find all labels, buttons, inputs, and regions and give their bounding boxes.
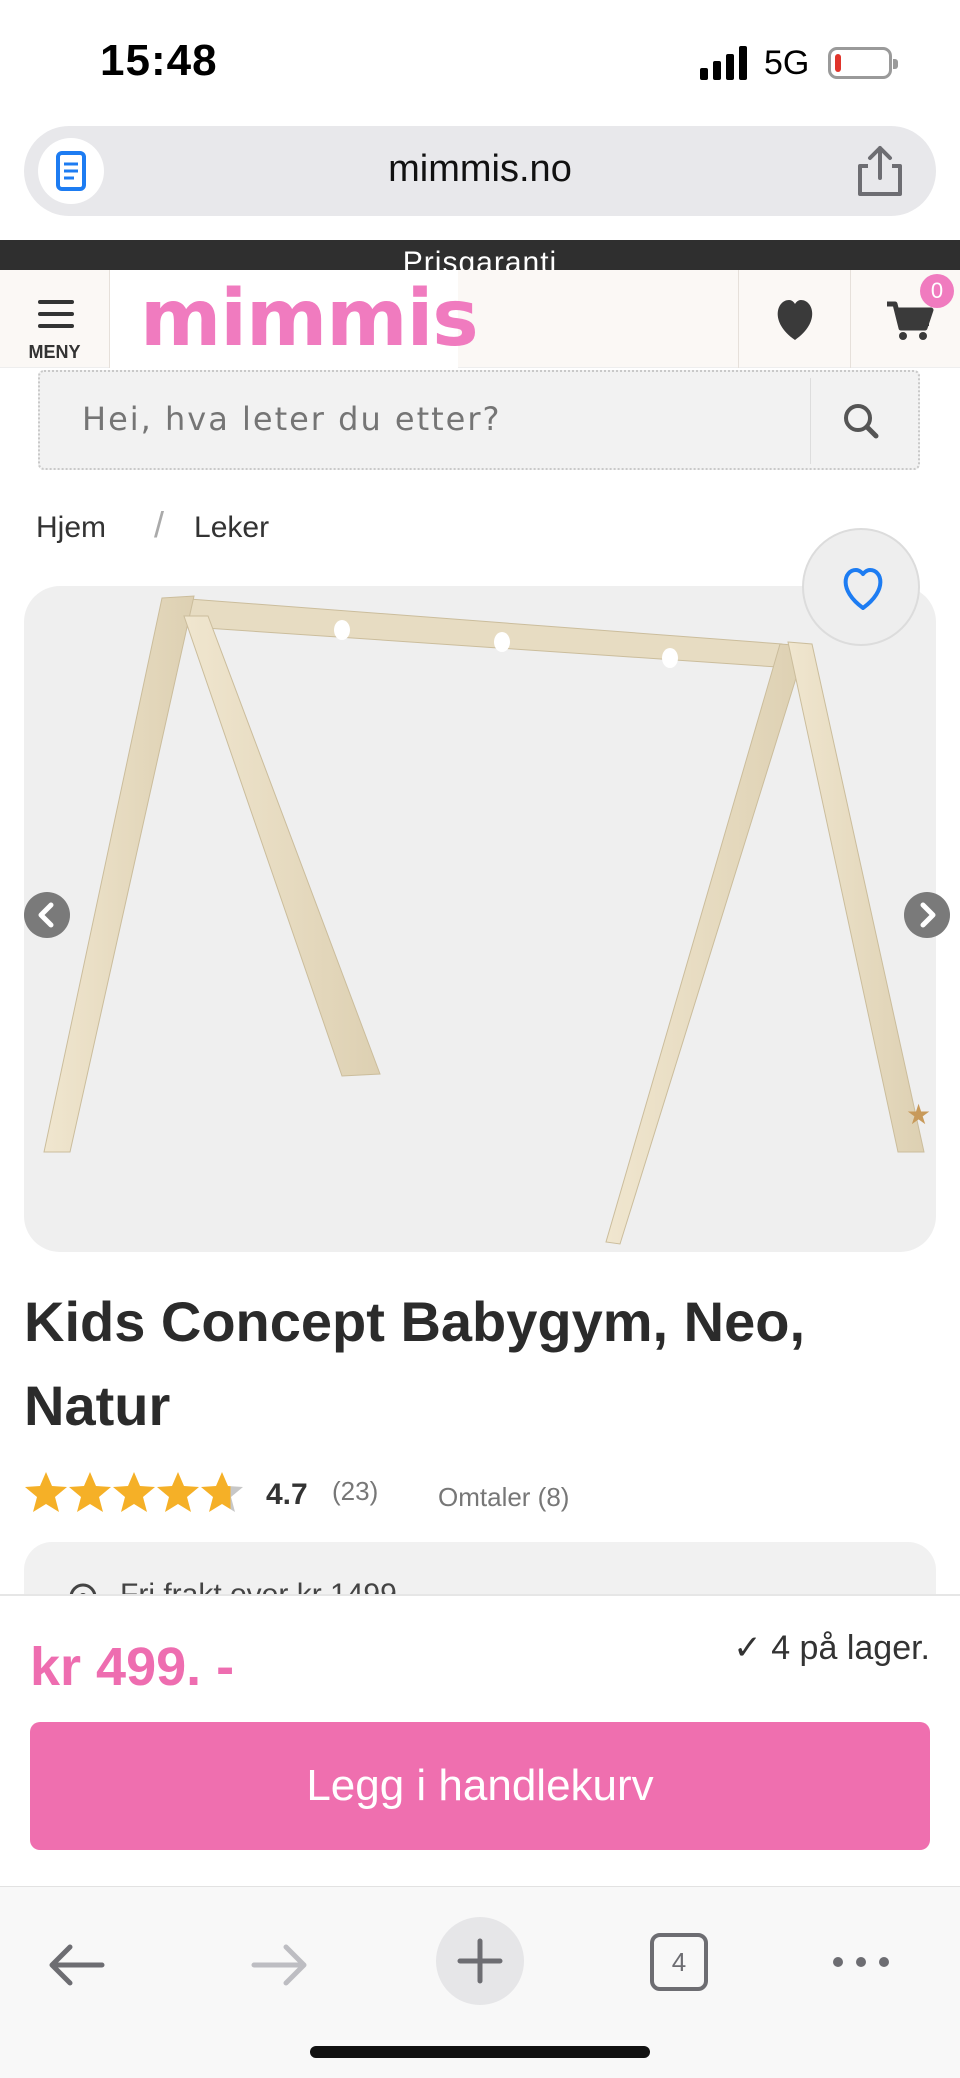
- new-tab-button[interactable]: [436, 1917, 524, 2005]
- menu-button[interactable]: MENY: [0, 270, 110, 368]
- stock-status: ✓ 4 på lager.: [733, 1629, 930, 1667]
- cellular-signal-icon: [700, 46, 747, 80]
- tabs-button[interactable]: 4: [650, 1933, 708, 1991]
- favorite-button[interactable]: [802, 528, 920, 646]
- breadcrumb-leker[interactable]: Leker: [194, 511, 269, 545]
- purchase-panel: kr 499. - ✓ 4 på lager. Legg i handlekur…: [0, 1594, 960, 1886]
- heart-outline-icon: [843, 568, 883, 610]
- star-rating-icon: [25, 1472, 243, 1512]
- product-title: Kids Concept Babygym, Neo, Natur: [24, 1290, 806, 1437]
- address-bar[interactable]: mimmis.no: [24, 126, 936, 216]
- chevron-right-icon: [920, 902, 936, 928]
- site-header: MENY mimmis 0: [0, 270, 960, 368]
- cart-count-badge: 0: [920, 274, 954, 308]
- network-type: 5G: [764, 44, 810, 82]
- price: kr 499. -: [30, 1637, 235, 1697]
- battery-icon: [828, 47, 898, 79]
- back-arrow-icon[interactable]: [44, 1937, 110, 1993]
- menu-label: MENY: [28, 342, 81, 362]
- more-icon[interactable]: [830, 1947, 892, 1977]
- home-indicator: [310, 2046, 650, 2058]
- previous-image-button[interactable]: [24, 892, 70, 938]
- plus-icon: [457, 1938, 503, 1984]
- hamburger-icon: [38, 300, 74, 330]
- promo-banner: Prisgaranti: [0, 240, 960, 270]
- wishlist-button[interactable]: [738, 270, 850, 368]
- status-time: 15:48: [100, 36, 218, 85]
- logo-text: mimmis: [140, 274, 479, 364]
- logo[interactable]: mimmis: [110, 270, 479, 368]
- add-to-cart-button[interactable]: Legg i handlekurv: [30, 1722, 930, 1850]
- breadcrumb-home[interactable]: Hjem: [36, 511, 106, 545]
- cart-button[interactable]: 0: [850, 270, 960, 368]
- search-icon[interactable]: [832, 392, 892, 452]
- product-image[interactable]: ★: [24, 586, 936, 1252]
- next-image-button[interactable]: [904, 892, 950, 938]
- heart-icon: [777, 300, 813, 340]
- breadcrumb: Hjem / Leker: [36, 504, 269, 546]
- rating-count: (23): [332, 1476, 379, 1506]
- svg-text:★: ★: [906, 1098, 931, 1131]
- chevron-left-icon: [38, 902, 54, 928]
- search-divider: [810, 378, 811, 464]
- reviews-link[interactable]: Omtaler (8): [438, 1482, 569, 1513]
- forward-arrow-icon[interactable]: [246, 1937, 312, 1993]
- status-bar: 15:48 5G: [0, 0, 960, 120]
- promo-text: Prisgaranti: [402, 246, 558, 270]
- rating-value: 4.7: [266, 1478, 308, 1511]
- search-input[interactable]: [82, 400, 802, 438]
- share-icon[interactable]: [854, 144, 906, 198]
- url-text[interactable]: mimmis.no: [24, 148, 936, 191]
- breadcrumb-separator: /: [154, 504, 165, 545]
- baby-gym-image: ★: [43, 595, 931, 1245]
- search-bar: [38, 370, 920, 470]
